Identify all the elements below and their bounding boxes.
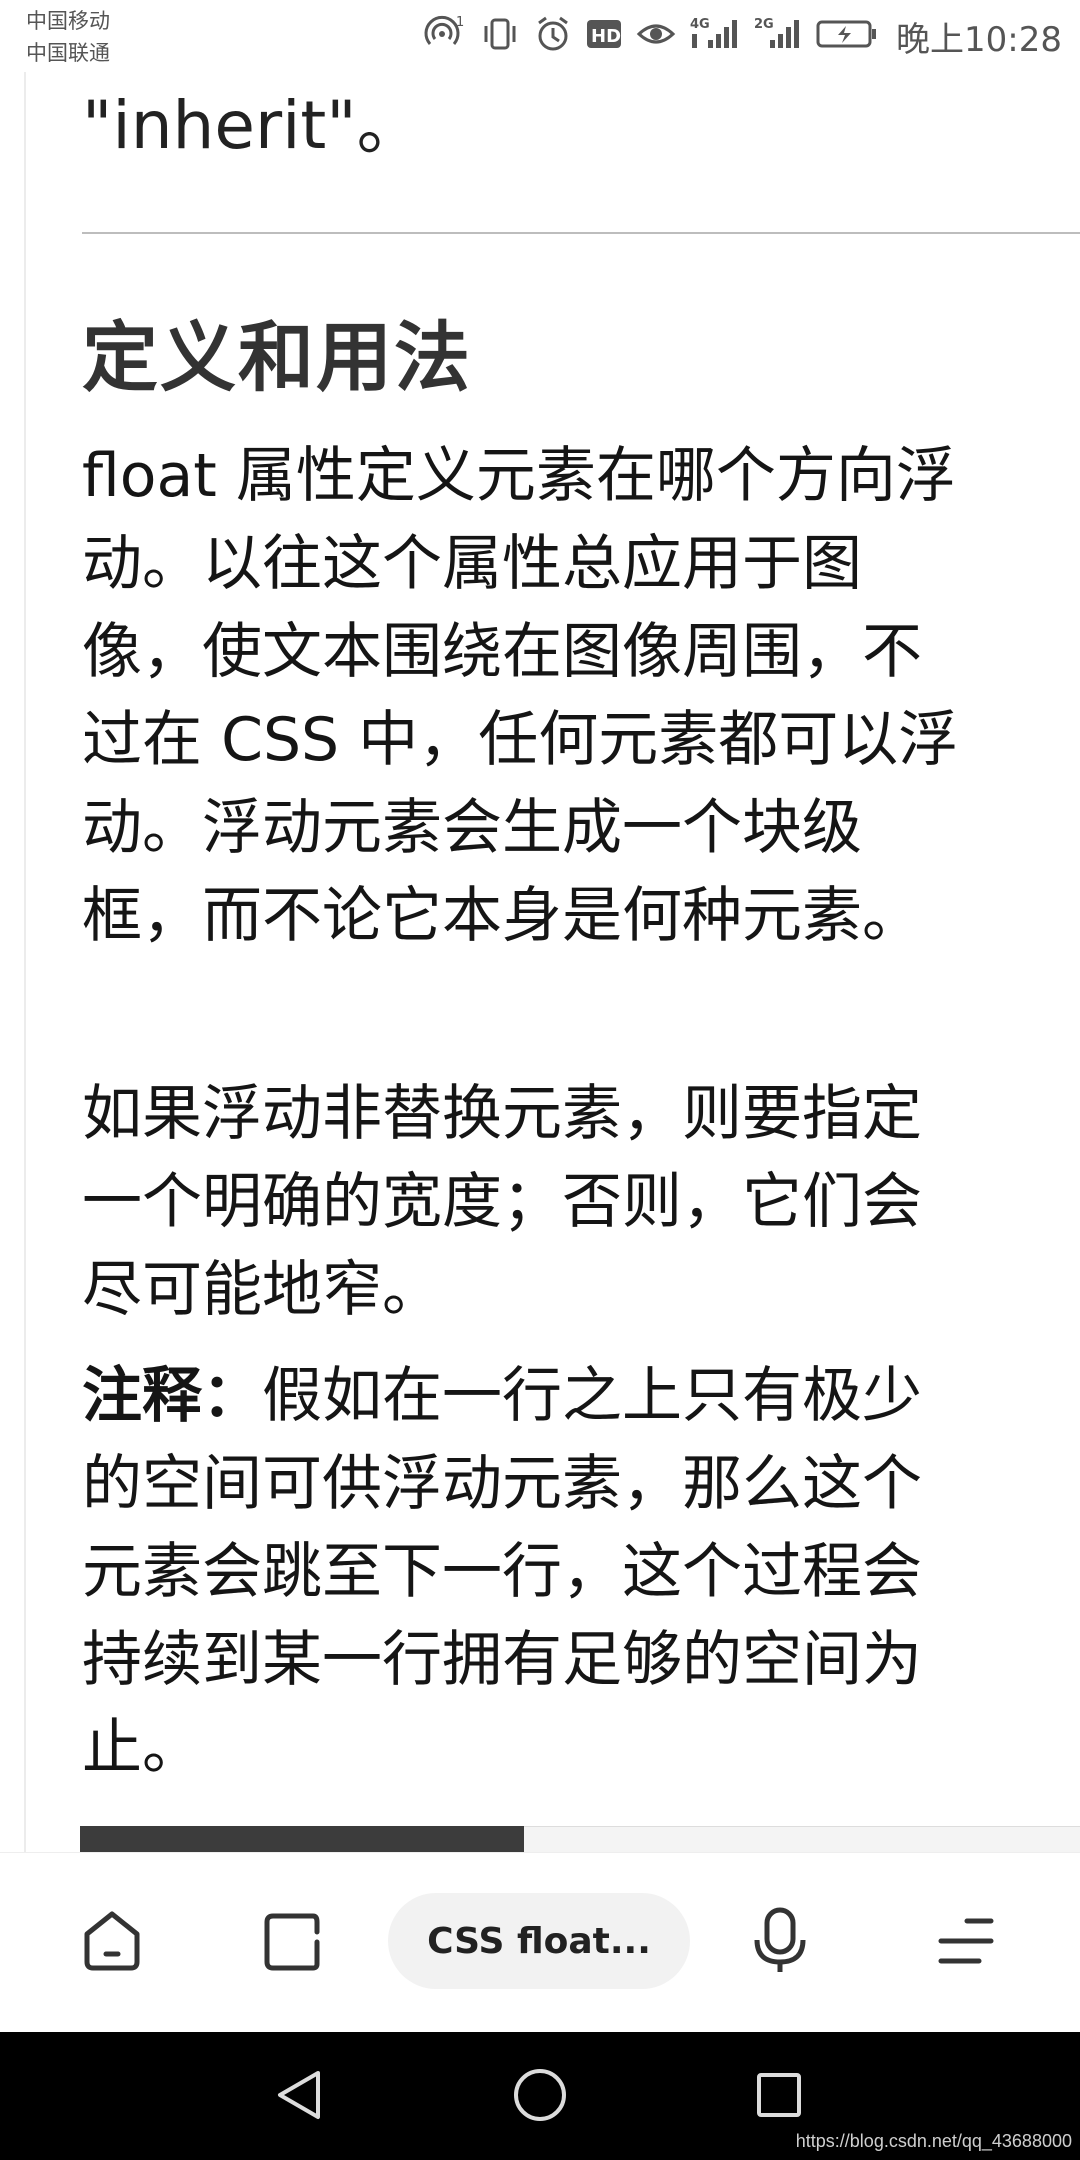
nav-back-button[interactable]: [264, 2062, 334, 2132]
vibrate-icon: [480, 14, 520, 58]
svg-text:4G: 4G: [690, 17, 710, 32]
nav-recent-button[interactable]: [744, 2062, 814, 2132]
address-bar[interactable]: CSS float...: [388, 1893, 690, 1989]
paragraph-note: 注释：假如在一行之上只有极少的空间可供浮动元素，那么这个元素会跳至下一行，这个过…: [82, 1352, 972, 1792]
divider: [82, 232, 1080, 234]
clock: 晚上10:28: [896, 19, 1062, 60]
status-icons: 1 HD 4G 2G 晚上10:28: [422, 12, 1062, 60]
eye-comfort-icon: [636, 16, 676, 56]
tabs-button[interactable]: [256, 1905, 332, 1981]
home-icon: [79, 1908, 145, 1978]
recent-apps-icon: [754, 2070, 804, 2124]
signal-4g-icon: 4G: [690, 14, 740, 58]
paragraph-width-note: 如果浮动非替换元素，则要指定一个明确的宽度；否则，它们会尽可能地窄。: [82, 1079, 922, 1325]
code-block-header: [524, 1826, 1080, 1852]
home-circle-icon: [512, 2067, 568, 2127]
previous-text: "inherit"。: [82, 87, 423, 164]
svg-text:1: 1: [456, 15, 464, 30]
hd-icon: HD: [586, 18, 622, 54]
status-bar: 中国移动 中国联通 1 HD 4G 2G 晚上10:28: [0, 0, 1080, 72]
microphone-icon: [747, 1906, 813, 1980]
web-content[interactable]: "inherit"。 定义和用法 float 属性定义元素在哪个方向浮动。以往这…: [0, 72, 1080, 1852]
battery-charging-icon: [816, 18, 878, 54]
menu-icon: [935, 1913, 997, 1973]
paragraph-definition: float 属性定义元素在哪个方向浮动。以往这个属性总应用于图像，使文本围绕在图…: [82, 441, 959, 951]
nav-home-button[interactable]: [505, 2062, 575, 2132]
back-icon: [274, 2067, 324, 2127]
navigation-bar: https://blog.csdn.net/qq_43688000: [0, 2032, 1080, 2160]
signal-2g-icon: 2G: [754, 14, 802, 58]
svg-text:HD: HD: [591, 26, 621, 47]
left-border: [24, 72, 26, 1852]
voice-search-button[interactable]: [742, 1905, 818, 1981]
carrier-label-1: 中国移动: [26, 9, 110, 33]
svg-text:2G: 2G: [754, 17, 774, 32]
menu-button[interactable]: [928, 1905, 1004, 1981]
tabs-icon: [261, 1908, 327, 1978]
code-block-tab[interactable]: [80, 1826, 524, 1852]
watermark: https://blog.csdn.net/qq_43688000: [795, 2131, 1072, 2151]
note-label: 注释：: [82, 1361, 262, 1431]
browser-toolbar: CSS float...: [0, 1852, 1080, 2033]
hotspot-icon: 1: [422, 14, 466, 58]
alarm-icon: [534, 14, 572, 58]
carrier-label-2: 中国联通: [26, 41, 110, 65]
home-button[interactable]: [74, 1905, 150, 1981]
section-heading: 定义和用法: [82, 313, 472, 402]
